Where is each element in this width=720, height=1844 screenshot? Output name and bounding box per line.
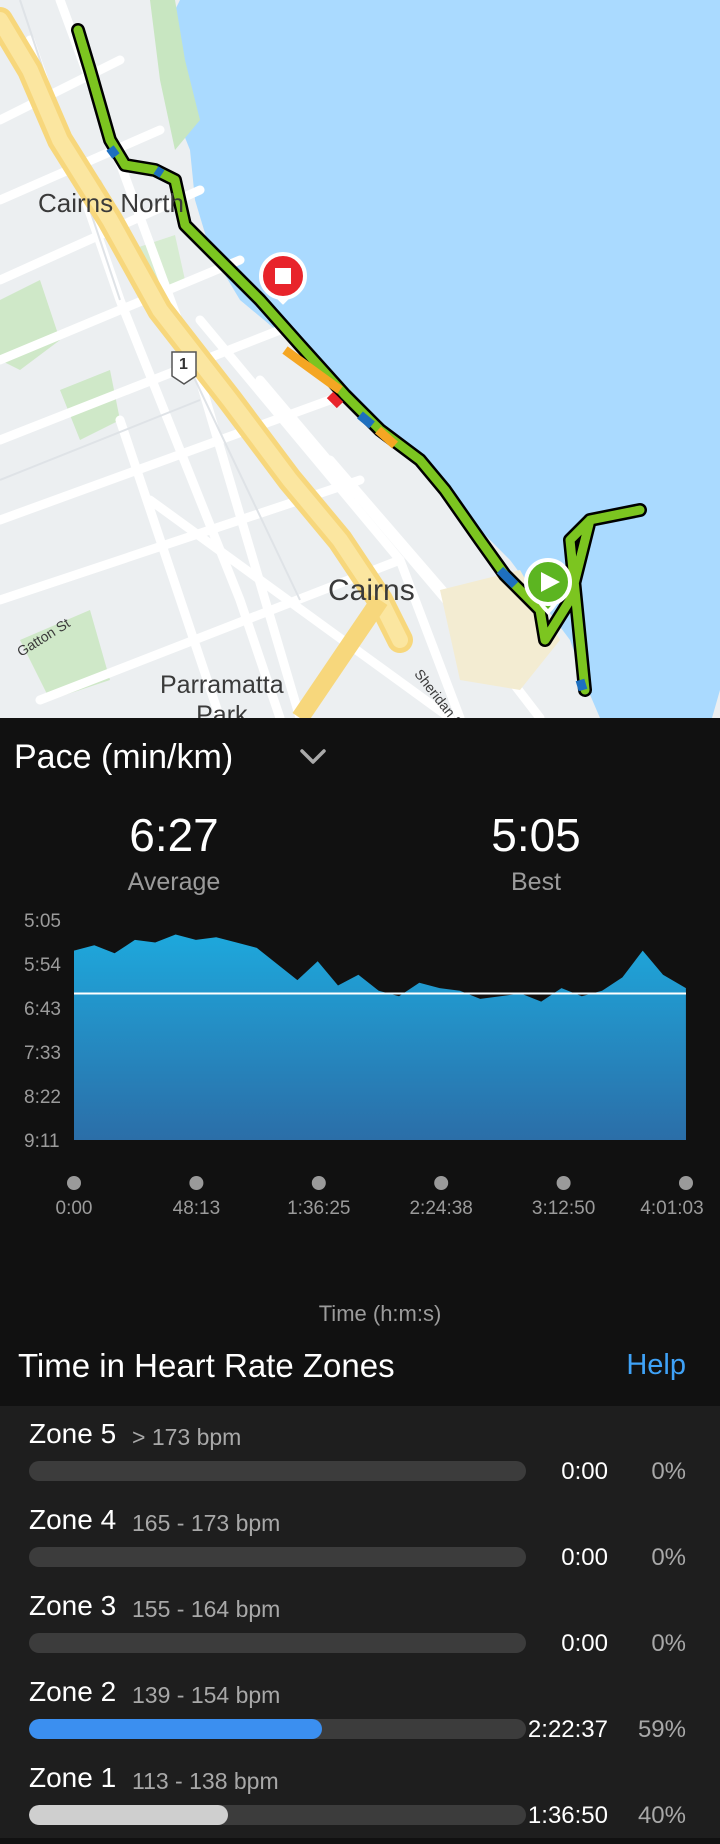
hr-zone-row: Zone 2 139 - 154 bpm 2:22:37 59% bbox=[0, 1672, 720, 1758]
x-tick-marker bbox=[311, 1176, 326, 1190]
zone-time: 0:00 bbox=[561, 1630, 608, 1657]
zone-bpm-range: > 173 bpm bbox=[132, 1424, 242, 1450]
average-pace-label: Average bbox=[127, 868, 221, 896]
best-pace-label: Best bbox=[510, 868, 562, 896]
zone-percent: 0% bbox=[651, 1544, 686, 1571]
y-tick-label: 5:05 bbox=[24, 911, 61, 932]
x-tick-marker bbox=[189, 1176, 204, 1190]
zone-time: 1:36:50 bbox=[527, 1802, 608, 1829]
y-tick-label: 5:54 bbox=[24, 955, 61, 976]
zone-name: Zone 4 bbox=[29, 1504, 117, 1535]
hr-title: Time in Heart Rate Zones bbox=[18, 1347, 395, 1384]
zone-percent: 0% bbox=[651, 1458, 686, 1485]
hr-zone-row: Zone 3 155 - 164 bpm 0:00 0% bbox=[0, 1586, 720, 1672]
zone-progress-track bbox=[29, 1633, 526, 1653]
zone-percent: 40% bbox=[637, 1802, 686, 1829]
zone-time: 2:22:37 bbox=[527, 1716, 608, 1743]
x-tick-label: 48:13 bbox=[173, 1198, 221, 1219]
zone-progress-track bbox=[29, 1719, 526, 1739]
y-tick-label: 8:22 bbox=[24, 1087, 61, 1108]
zone-bpm-range: 155 - 164 bpm bbox=[132, 1596, 281, 1622]
hr-header: Time in Heart Rate Zones Help bbox=[0, 1328, 720, 1406]
map-label-cairns-north: Cairns North bbox=[38, 188, 184, 218]
x-tick-marker bbox=[67, 1176, 81, 1190]
heart-rate-zones-panel: Time in Heart Rate Zones Help Zone 5 > 17… bbox=[0, 1328, 720, 1838]
average-pace-value: 6:27 bbox=[129, 809, 219, 861]
zone-name: Zone 3 bbox=[29, 1590, 117, 1621]
hr-zone-row: Zone 5 > 173 bpm 0:00 0% bbox=[0, 1414, 720, 1500]
best-pace-value: 5:05 bbox=[491, 809, 581, 861]
x-axis-label: Time (h:m:s) bbox=[319, 1301, 442, 1326]
x-tick-marker bbox=[679, 1176, 693, 1190]
map-label-parramatta-park: Parramatta Park bbox=[160, 671, 284, 718]
x-tick-label: 4:01:03 bbox=[640, 1198, 703, 1219]
x-tick-label: 1:36:25 bbox=[287, 1198, 350, 1219]
pace-title: Pace (min/km) bbox=[14, 738, 234, 776]
pace-chart[interactable]: 5:05 5:54 6:43 7:33 8:22 9:11 0:00 48:13 1:36:2… bbox=[0, 908, 720, 1328]
zone-bpm-range: 165 - 173 bpm bbox=[132, 1510, 281, 1536]
x-tick-marker bbox=[556, 1176, 571, 1190]
pace-series-area bbox=[74, 934, 686, 1140]
chevron-down-icon[interactable] bbox=[296, 740, 330, 774]
route-map[interactable]: Cairns North Cairns Parramatta Park Gatt… bbox=[0, 0, 720, 718]
zone-name: Zone 2 bbox=[29, 1676, 117, 1707]
zone-time: 0:00 bbox=[561, 1458, 608, 1485]
pace-panel: Pace (min/km) 6:27 Average 5:05 Best 5:0… bbox=[0, 718, 720, 1328]
help-link[interactable]: Help bbox=[626, 1349, 686, 1382]
zone-percent: 0% bbox=[651, 1630, 686, 1657]
zone-progress-track bbox=[29, 1461, 526, 1481]
x-tick-marker bbox=[434, 1176, 449, 1190]
zone-time: 0:00 bbox=[561, 1544, 608, 1571]
hr-zone-row: Zone 4 165 - 173 bpm 0:00 0% bbox=[0, 1500, 720, 1586]
zone-bpm-range: 139 - 154 bpm bbox=[132, 1682, 281, 1708]
zone-name: Zone 5 bbox=[29, 1418, 117, 1449]
zone-progress-fill bbox=[29, 1719, 323, 1739]
zone-name: Zone 1 bbox=[29, 1762, 117, 1793]
map-label-cairns: Cairns bbox=[328, 574, 415, 607]
hr-zone-row: Zone 1 113 - 138 bpm 1:36:50 40% bbox=[0, 1758, 720, 1844]
y-tick-label: 7:33 bbox=[24, 1043, 61, 1064]
zone-progress-track bbox=[29, 1547, 526, 1567]
x-tick-label: 2:24:38 bbox=[409, 1198, 472, 1219]
stop-icon bbox=[275, 268, 291, 284]
x-tick-label: 0:00 bbox=[56, 1198, 93, 1219]
best-pace: 5:05 Best bbox=[436, 808, 636, 897]
zone-progress-track bbox=[29, 1805, 526, 1825]
y-tick-label: 6:43 bbox=[24, 999, 61, 1020]
x-tick-label: 3:12:50 bbox=[532, 1198, 595, 1219]
average-pace: 6:27 Average bbox=[74, 808, 274, 897]
zone-percent: 59% bbox=[637, 1716, 686, 1743]
y-tick-label: 9:11 bbox=[24, 1131, 60, 1152]
zone-bpm-range: 113 - 138 bpm bbox=[132, 1768, 279, 1794]
route-shield-label: 1 bbox=[179, 356, 188, 373]
zone-progress-fill bbox=[29, 1805, 228, 1825]
